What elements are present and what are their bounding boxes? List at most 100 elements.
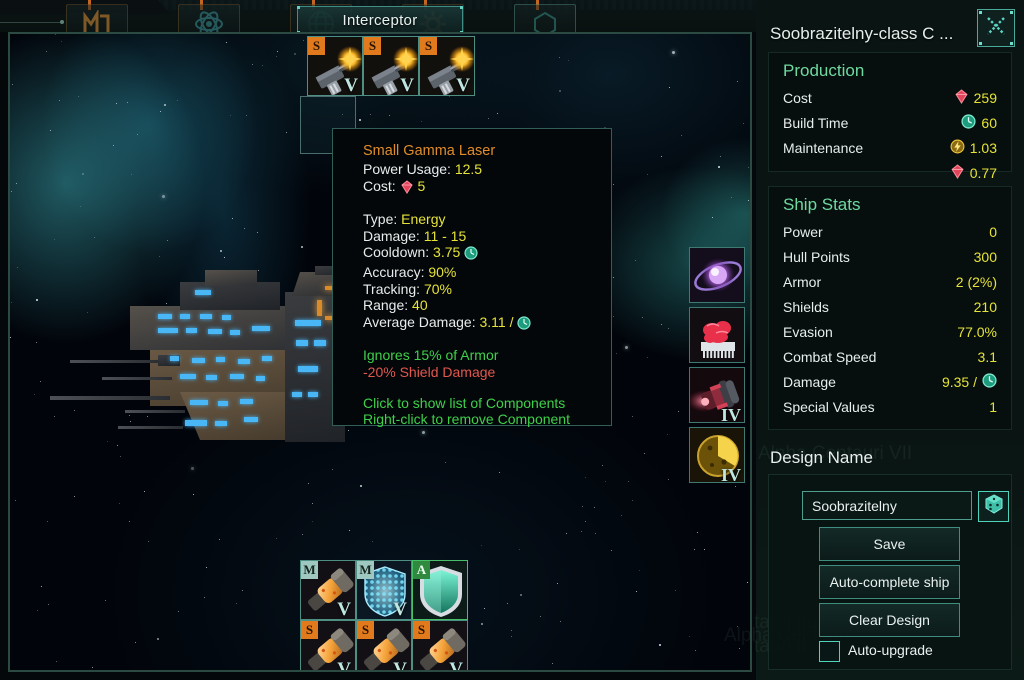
tooltip-tracking: Tracking: 70%: [363, 281, 611, 298]
slot-tier-label: V: [393, 659, 407, 672]
component-slot[interactable]: SV: [412, 620, 468, 672]
tooltip-action-right: Right-click to remove Component: [363, 411, 570, 428]
clock-icon: [464, 246, 478, 264]
toolbar-dot: [60, 20, 64, 24]
tab-interceptor[interactable]: Interceptor: [297, 6, 463, 32]
utility-slot[interactable]: IV: [689, 427, 745, 483]
slot-tier-label: V: [393, 599, 407, 620]
stat-label: Cost: [783, 89, 812, 106]
production-header: Production: [783, 61, 865, 80]
weapon-slot[interactable]: SV: [363, 36, 419, 96]
auto-complete-ship-button[interactable]: Auto-complete ship: [819, 565, 960, 599]
empire-icon[interactable]: [66, 4, 128, 32]
clock-icon: [961, 113, 976, 132]
slot-size-badge: M: [357, 561, 374, 579]
stat-value: 1: [989, 398, 997, 415]
dice-icon: [983, 493, 1005, 520]
auto-upgrade-checkbox[interactable]: [819, 641, 840, 662]
stat-row: Armor 2 (2%): [769, 269, 1011, 294]
hexagon-icon[interactable]: [514, 4, 576, 32]
component-slot[interactable]: SV: [356, 620, 412, 672]
stat-label: Power: [783, 223, 823, 240]
clear-design-button[interactable]: Clear Design: [819, 603, 960, 637]
stat-value: 0: [989, 223, 997, 240]
stat-row: Maintenance 1.03: [769, 135, 1011, 160]
stat-label: Build Time: [783, 114, 849, 131]
tooltip-damage-label: Damage:: [363, 227, 420, 244]
ship-designer-screen: Interceptor S V S V S V M V M V A S V S …: [0, 0, 1024, 680]
tooltip-title: Small Gamma Laser: [363, 143, 496, 159]
slot-tier-label: V: [337, 599, 351, 620]
stat-row: Hull Points 300: [769, 244, 1011, 269]
ship-viewport[interactable]: SV SV S V M V M V A S V S V S V IV IV Sm…: [8, 32, 752, 672]
weapon-slot[interactable]: SV: [307, 36, 363, 96]
component-slot[interactable]: MV: [356, 560, 412, 620]
stat-value: 300: [973, 248, 997, 265]
atom-icon[interactable]: [178, 4, 240, 32]
stat-row: Build Time 60: [769, 110, 1011, 135]
tooltip-range-label: Range:: [363, 297, 409, 314]
stat-label: Armor: [783, 273, 822, 290]
tooltip-cost-label: Cost:: [363, 177, 396, 194]
slot-size-badge: M: [301, 561, 318, 579]
randomize-name-button[interactable]: [978, 491, 1009, 522]
tooltip-accuracy-label: Accuracy:: [363, 263, 425, 280]
tab-corner: [297, 6, 300, 9]
ship-stats-card: Ship Stats Power 0 Hull Points 300 Armor 2 (2…: [768, 186, 1012, 430]
slot-tier-label: V: [400, 75, 414, 96]
stat-value: 77.0%: [957, 323, 997, 340]
tooltip-tracking-value: 70%: [423, 280, 452, 297]
slot-size-badge: S: [357, 621, 374, 639]
tooltip-cost-value: 5: [417, 177, 426, 194]
stat-value: 9.35 /: [942, 372, 997, 391]
component-slot[interactable]: SV: [300, 620, 356, 670]
tooltip-cooldown-label: Cooldown:: [363, 244, 430, 261]
stat-label: Hull Points: [783, 248, 850, 265]
tooltip-avg-damage-label: Average Damage:: [363, 313, 476, 330]
tooltip-modifier-bad: -20% Shield Damage: [363, 363, 496, 380]
alloys-gem-icon: [400, 179, 414, 198]
tooltip-range: Range: 40: [363, 297, 611, 314]
utility-slot[interactable]: [689, 307, 745, 363]
energy-bolt-icon: [950, 139, 965, 157]
tooltip-cooldown: Cooldown: 3.75: [363, 244, 611, 264]
alloys-gem-icon: [954, 88, 969, 107]
toolbar-rule: [0, 22, 60, 23]
slot-tier-label: V: [344, 75, 358, 96]
tooltip-accuracy-value: 90%: [428, 263, 457, 280]
component-slot[interactable]: A: [412, 560, 468, 620]
slot-size-badge: S: [301, 621, 318, 639]
weapon-slot[interactable]: SV: [419, 36, 475, 96]
combat-computer-icon: [690, 308, 744, 362]
design-name-card: Soobrazitelny Save Auto-complete ship Cl…: [768, 474, 1012, 670]
stat-value: 3.1: [977, 348, 997, 365]
slot-tier-label: V: [449, 659, 463, 672]
component-slot[interactable]: MV: [300, 560, 356, 620]
stat-row: 0.77: [769, 160, 1011, 185]
clock-icon: [982, 372, 997, 391]
slot-size-badge: S: [308, 37, 325, 55]
utility-slot[interactable]: [689, 247, 745, 303]
tooltip-power-usage-label: Power Usage:: [363, 161, 451, 177]
clock-icon: [517, 316, 531, 334]
stat-label: Special Values: [783, 398, 875, 415]
tooltip-tracking-label: Tracking:: [363, 280, 421, 297]
stat-value: 259: [954, 88, 997, 107]
tooltip-avg-damage-value: 3.11 /: [479, 313, 514, 330]
ship-render: [30, 266, 350, 454]
production-rows: Cost 259 Build Time 60 Maintenance 1.03 0.77: [769, 85, 1011, 185]
design-name-input[interactable]: Soobrazitelny: [802, 491, 972, 520]
utility-slot[interactable]: IV: [689, 367, 745, 423]
close-x-icon: [984, 14, 1008, 43]
stat-label: Evasion: [783, 323, 833, 340]
top-toolbar: Interceptor: [0, 0, 760, 32]
tooltip-avg-damage: Average Damage: 3.11 /: [363, 314, 611, 334]
save-button[interactable]: Save: [819, 527, 960, 561]
tab-label: Interceptor: [342, 11, 418, 29]
close-button[interactable]: [977, 9, 1015, 47]
reactor-core-icon: [690, 248, 744, 302]
tooltip-action-left: Click to show list of Components: [363, 394, 566, 411]
stat-row: Power 0: [769, 219, 1011, 244]
stat-row: Damage 9.35 /: [769, 369, 1011, 394]
tooltip-accuracy: Accuracy: 90%: [363, 264, 611, 281]
